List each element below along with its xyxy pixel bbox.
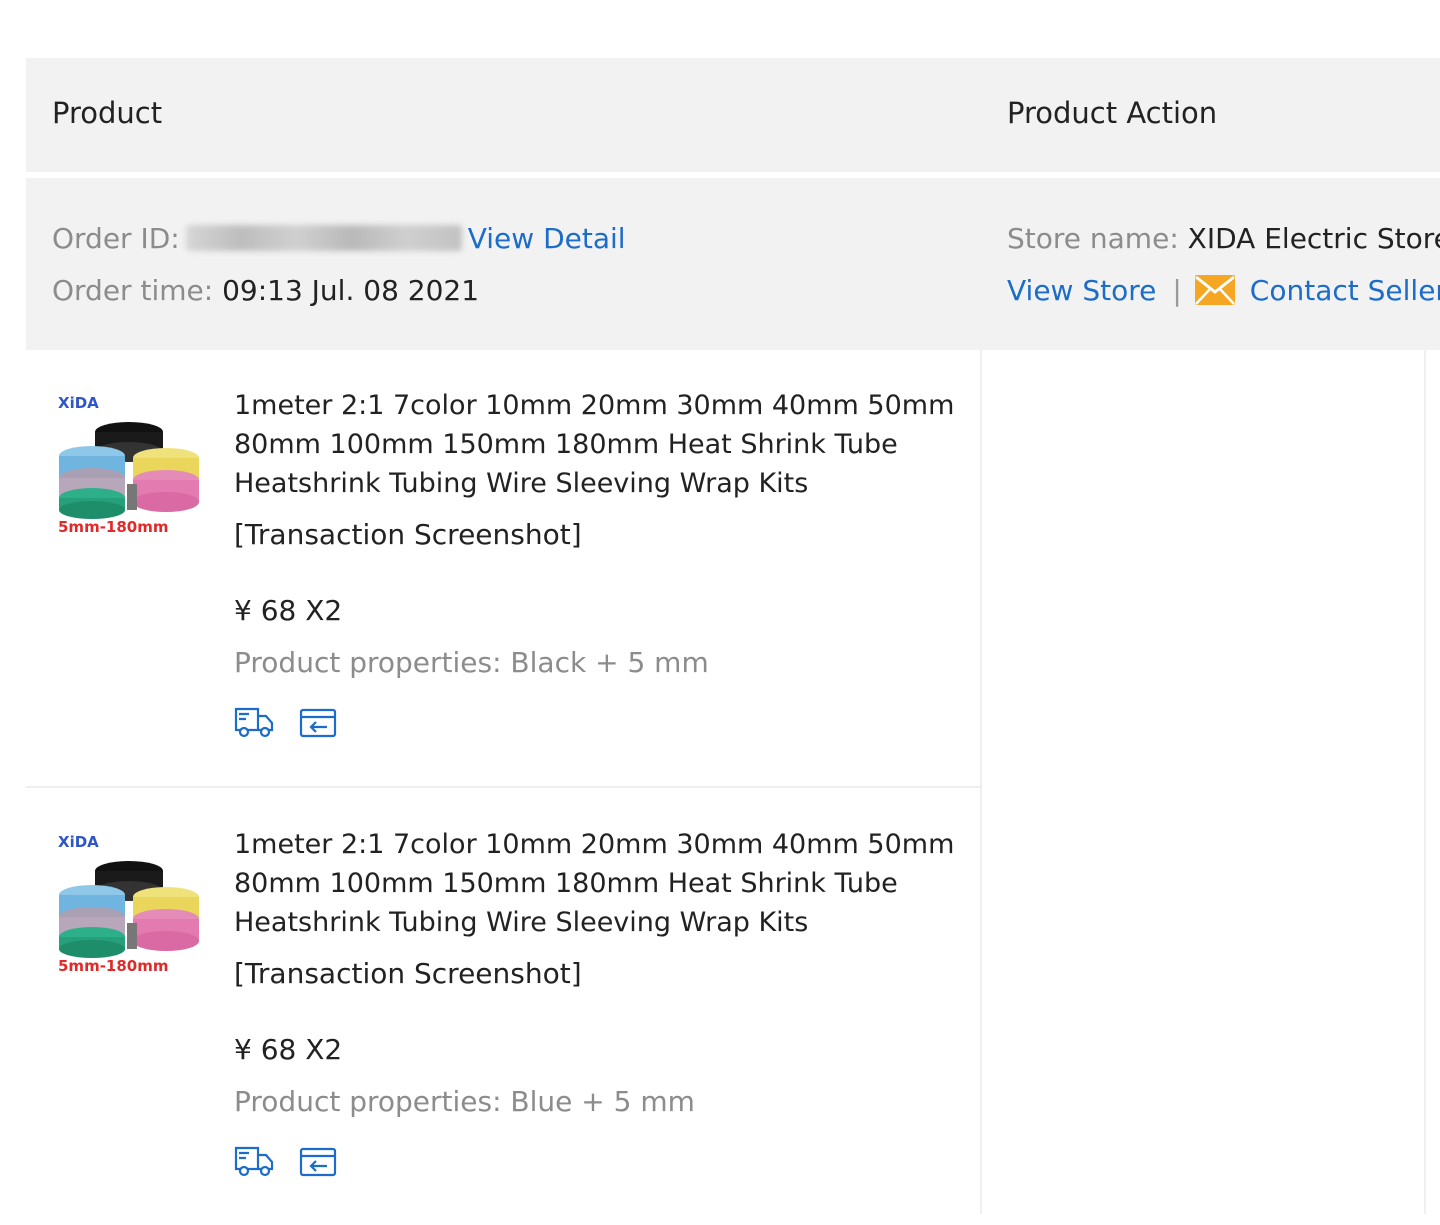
product-thumbnail[interactable]: XiDA 5mm-180mm xyxy=(54,833,204,983)
store-actions-row: View Store | Contact Seller xyxy=(1007,274,1440,313)
view-store-link[interactable]: View Store xyxy=(1007,274,1156,307)
contact-seller-link[interactable]: Contact Seller xyxy=(1250,274,1440,307)
product-title[interactable]: 1meter 2:1 7color 10mm 20mm 30mm 40mm 50… xyxy=(234,825,974,942)
order-item: XiDA 5mm-180mm 1meter 2:1 7color 10mm 20… xyxy=(26,350,980,786)
thumb-caption: 5mm-180mm xyxy=(58,957,169,975)
product-properties: Product properties: Black + 5 mm xyxy=(234,646,709,679)
column-header-product-action: Product Action xyxy=(1007,96,1218,130)
order-item: XiDA 5mm-180mm 1meter 2:1 7color 10mm 20… xyxy=(26,789,980,1225)
product-title[interactable]: 1meter 2:1 7color 10mm 20mm 30mm 40mm 50… xyxy=(234,386,974,503)
return-box-icon[interactable] xyxy=(299,1145,337,1181)
truck-icon[interactable] xyxy=(234,1145,274,1181)
order-id-row: Order ID: View Detail xyxy=(52,222,626,255)
truck-icon[interactable] xyxy=(234,706,274,742)
thumb-brand: XiDA xyxy=(58,833,99,851)
product-thumbnail[interactable]: XiDA 5mm-180mm xyxy=(54,394,204,544)
thumb-brand: XiDA xyxy=(58,394,99,412)
row-divider xyxy=(26,786,980,788)
item-action-icons xyxy=(234,706,357,742)
column-divider-right xyxy=(1424,350,1426,1214)
product-properties: Product properties: Blue + 5 mm xyxy=(234,1085,695,1118)
envelope-icon[interactable] xyxy=(1194,274,1236,313)
product-price: ¥ 68 X2 xyxy=(234,594,343,627)
thumb-caption: 5mm-180mm xyxy=(58,518,169,536)
view-detail-link[interactable]: View Detail xyxy=(468,222,626,255)
order-id-label: Order ID: xyxy=(52,222,180,255)
store-name-row: Store name: XIDA Electric Store xyxy=(1007,222,1440,255)
order-time-label: Order time: xyxy=(52,274,214,307)
column-divider xyxy=(980,350,982,1214)
order-info: Order ID: View Detail Order time: 09:13 J… xyxy=(26,178,1440,350)
store-name-label: Store name: xyxy=(1007,222,1179,255)
return-box-icon[interactable] xyxy=(299,706,337,742)
order-time-value: 09:13 Jul. 08 2021 xyxy=(222,274,480,307)
transaction-screenshot-link[interactable]: [Transaction Screenshot] xyxy=(234,957,582,990)
order-id-redacted xyxy=(185,225,462,251)
table-header: Product Product Action xyxy=(26,58,1440,172)
separator: | xyxy=(1172,274,1182,307)
transaction-screenshot-link[interactable]: [Transaction Screenshot] xyxy=(234,518,582,551)
item-action-icons xyxy=(234,1145,357,1181)
store-name-value: XIDA Electric Store xyxy=(1187,222,1440,255)
column-header-product: Product xyxy=(52,96,163,130)
product-price: ¥ 68 X2 xyxy=(234,1033,343,1066)
order-time-row: Order time: 09:13 Jul. 08 2021 xyxy=(52,274,479,307)
